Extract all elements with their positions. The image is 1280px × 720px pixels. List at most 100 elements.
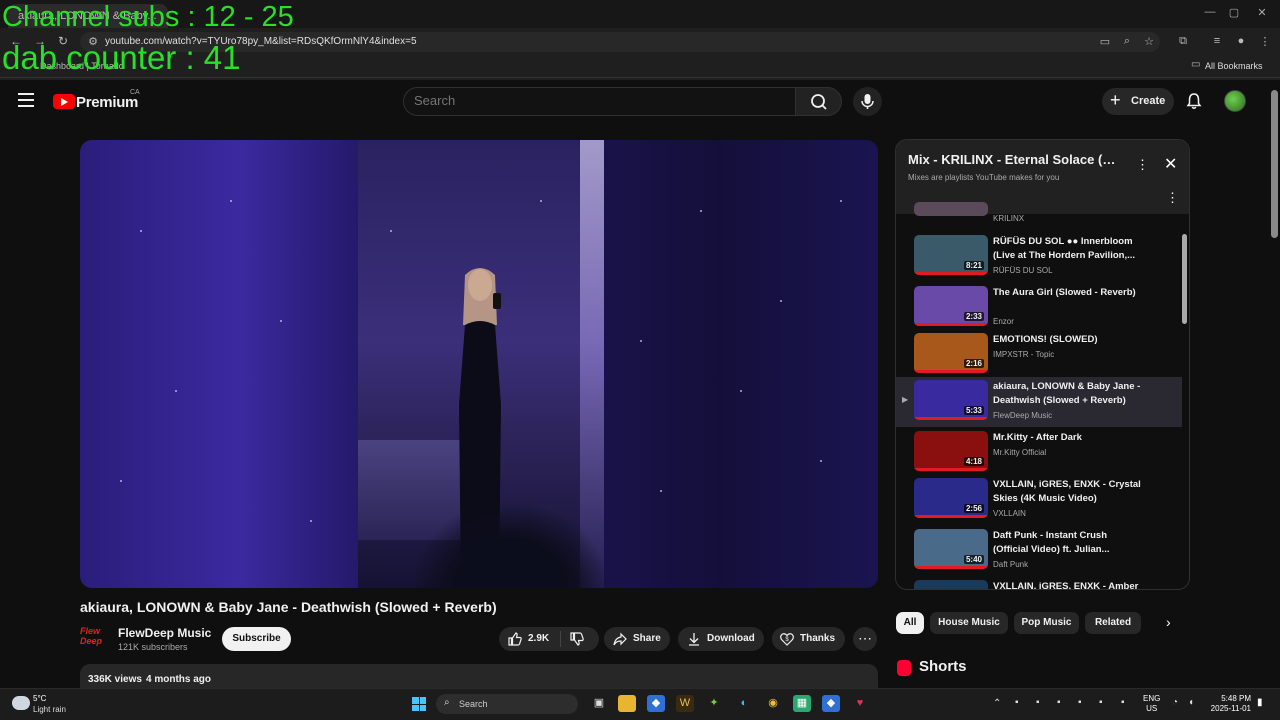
tray-icon-4[interactable]: ▪ — [1078, 697, 1082, 708]
video-thumbnail: 2:16 — [914, 333, 988, 373]
app-icon-3[interactable]: ✦ — [705, 695, 723, 712]
like-icon[interactable] — [507, 631, 523, 647]
notifications-bell-icon[interactable] — [1185, 92, 1203, 110]
youtube-logo-icon[interactable] — [53, 94, 75, 109]
task-view-icon[interactable]: ▣ — [590, 695, 608, 712]
playlist-item-partial[interactable]: KRILINX — [896, 202, 1182, 224]
weather-description[interactable]: Light rain — [33, 705, 66, 714]
file-explorer-icon[interactable] — [618, 695, 636, 712]
windows-start-icon[interactable] — [412, 697, 426, 711]
maximize-button[interactable]: ▢ — [1220, 6, 1248, 19]
star — [120, 480, 122, 482]
playlist-scrollbar-thumb[interactable] — [1182, 234, 1187, 324]
playlist-item-channel: IMPXSTR - Topic — [993, 350, 1055, 359]
playlist-item[interactable]: 5:40 Daft Punk - Instant Crush (Official … — [896, 526, 1182, 576]
filter-chip[interactable]: Pop Music — [1014, 612, 1079, 634]
zoom-icon[interactable]: ⌕ — [1120, 35, 1134, 48]
video-thumbnail: 8:21 — [914, 235, 988, 275]
more-actions-icon[interactable]: ⋯ — [853, 627, 877, 651]
star — [310, 520, 312, 522]
search-button[interactable] — [795, 87, 842, 116]
filter-chip[interactable]: House Music — [930, 612, 1008, 634]
share-icon — [613, 632, 627, 646]
upload-age: 4 months ago — [146, 674, 212, 685]
playlist-item[interactable]: 2:16 EMOTIONS! (SLOWED) IMPXSTR - Topic — [896, 330, 1182, 380]
filter-chip[interactable]: All — [896, 612, 924, 634]
subscriber-count: 121K subscribers — [118, 642, 188, 652]
tray-icon-1[interactable]: ▪ — [1015, 697, 1019, 708]
star — [780, 300, 782, 302]
weather-cloud-icon[interactable] — [12, 696, 30, 710]
playlist-item-channel: Mr.Kitty Official — [993, 448, 1047, 457]
playlist-title[interactable]: Mix - KRILINX - Eternal Solace (Slowed +… — [908, 152, 1123, 167]
video-duration: 2:33 — [963, 312, 984, 321]
wifi-icon[interactable]: ◔ — [1172, 697, 1178, 708]
language-indicator[interactable]: ENG US — [1143, 694, 1160, 714]
playlist-item[interactable]: 8:21 RÜFÜS DU SOL ●● Innerbloom (Live at … — [896, 232, 1182, 282]
close-icon[interactable]: ✕ — [1164, 154, 1177, 174]
region-code: US — [1146, 704, 1158, 713]
tray-icon-2[interactable]: ▪ — [1036, 697, 1040, 708]
playlist-item[interactable]: ▶ 5:33 akiaura, LONOWN & Baby Jane - Death… — [896, 377, 1182, 427]
star — [140, 230, 142, 232]
language-code: ENG — [1143, 694, 1161, 703]
browser-menu-icon[interactable]: ⋮ — [1258, 35, 1272, 48]
overlay-channel-subs: Channel subs : 12 - 25 — [2, 1, 294, 33]
taskbar-search-box[interactable] — [436, 694, 578, 714]
app-icon-5[interactable]: ◆ — [822, 695, 840, 712]
video-player[interactable] — [80, 140, 878, 588]
bookmark-star-icon[interactable]: ☆ — [1142, 35, 1156, 48]
video-duration: 5:40 — [963, 555, 984, 564]
playlist-item[interactable]: 2:33 The Aura Girl (Slowed - Reverb) Enzor — [896, 283, 1182, 333]
voice-search-button[interactable] — [853, 87, 882, 116]
microphone-icon — [861, 94, 874, 109]
video-thumbnail: 2:33 — [914, 286, 988, 326]
star — [540, 200, 542, 202]
channel-name[interactable]: FlewDeep Music — [118, 626, 211, 640]
weather-temperature[interactable]: 5°C — [33, 694, 46, 703]
svg-text:$: $ — [785, 637, 789, 643]
dislike-icon[interactable] — [569, 631, 585, 647]
like-count[interactable]: 2.9K — [528, 633, 549, 644]
subscribe-button[interactable]: Subscribe — [222, 627, 291, 651]
edge-icon[interactable]: ◐ — [735, 695, 753, 712]
extensions-icon[interactable]: ⧉ — [1176, 35, 1190, 48]
close-window-button[interactable]: ✕ — [1248, 6, 1276, 19]
chrome-icon[interactable]: ◉ — [764, 695, 782, 712]
page-scrollbar-thumb[interactable] — [1271, 90, 1278, 238]
brand-label[interactable]: Premium — [76, 94, 138, 111]
watched-progress-bar — [914, 468, 988, 471]
playlist-item[interactable]: 2:56 VXLLAIN, iGRES, ENXK - Crystal Skies… — [896, 475, 1182, 525]
volume-icon[interactable]: ◖ — [1188, 697, 1194, 708]
notification-icon[interactable]: ▮ — [1257, 697, 1263, 708]
app-icon-6[interactable]: ♥ — [851, 695, 869, 712]
microphone-tray-icon[interactable]: ▪ — [1121, 697, 1125, 708]
app-icon-2[interactable]: W — [676, 695, 694, 712]
channel-avatar[interactable]: Flew Deep — [80, 626, 108, 652]
like-divider — [560, 631, 561, 647]
download-label: Download — [707, 633, 755, 644]
playlist-item[interactable]: 4:18 Mr.Kitty - After Dark Mr.Kitty Offici… — [896, 428, 1182, 478]
tray-icon-5[interactable]: ▪ — [1099, 697, 1103, 708]
all-bookmarks-button[interactable]: All Bookmarks — [1205, 61, 1263, 71]
reading-list-icon[interactable]: ≡ — [1210, 35, 1224, 47]
playlist-item[interactable]: VXLLAIN, iGRES, ENXK - Amber — [896, 577, 1182, 589]
app-icon-4[interactable]: ▦ — [793, 695, 811, 712]
view-count: 336K views — [88, 674, 142, 685]
clock[interactable]: 5:48 PM 2025-11-01 — [1209, 694, 1251, 714]
video-frame-plant — [410, 500, 610, 588]
tray-icon-3[interactable]: ▪ — [1057, 697, 1061, 708]
profile-icon[interactable]: ● — [1234, 35, 1248, 47]
hamburger-menu-icon[interactable] — [18, 93, 34, 107]
watched-progress-bar — [914, 272, 988, 275]
app-icon-1[interactable]: ◆ — [647, 695, 665, 712]
chevron-right-icon[interactable]: › — [1166, 614, 1171, 630]
tray-chevron-up-icon[interactable]: ⌃ — [993, 698, 1001, 709]
playlist-more-icon[interactable]: ⋮ — [1136, 157, 1149, 173]
search-input[interactable] — [414, 93, 784, 108]
playlist-item-channel: Enzor — [993, 317, 1014, 326]
account-avatar[interactable] — [1224, 90, 1246, 112]
watched-progress-bar — [914, 323, 988, 326]
cast-icon[interactable]: ▭ — [1098, 35, 1112, 48]
filter-chip[interactable]: Related — [1085, 612, 1141, 634]
